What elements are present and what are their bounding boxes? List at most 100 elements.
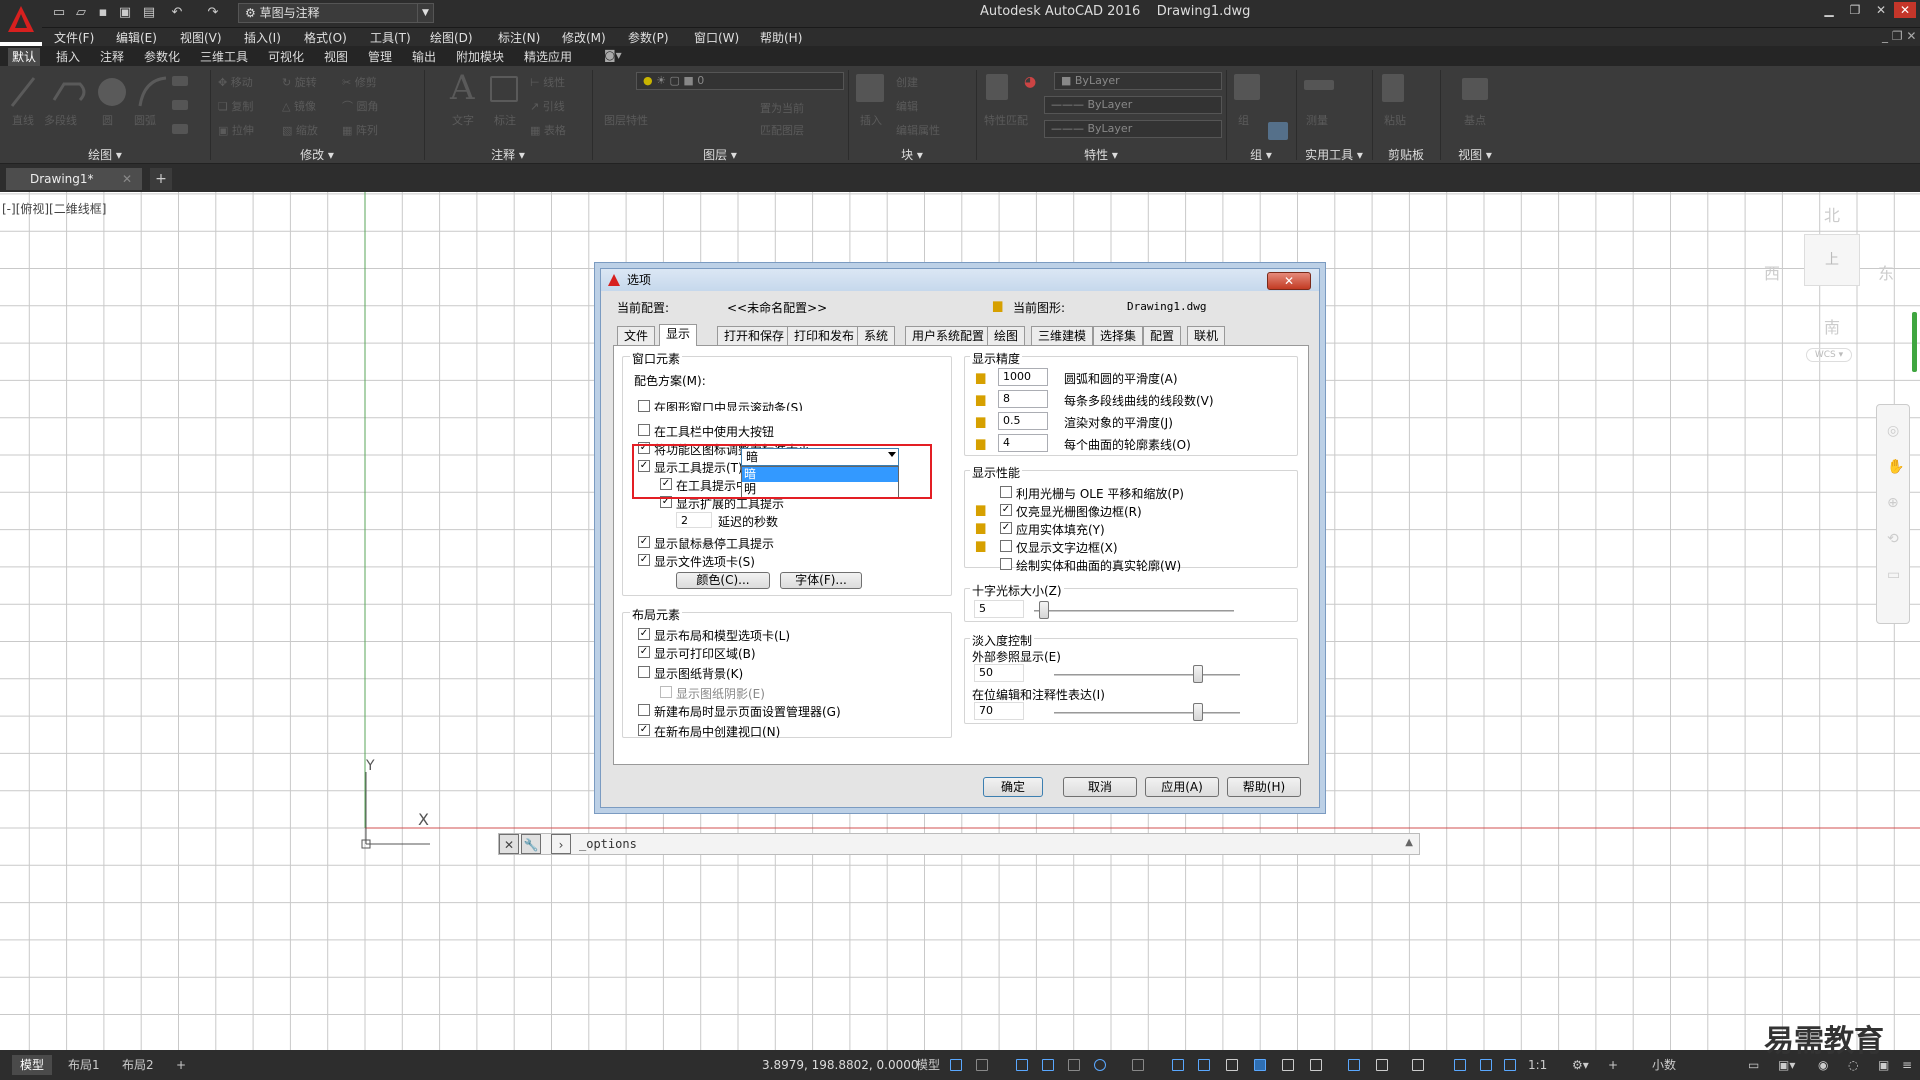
create-viewport-checkbox[interactable]: ✓ — [638, 724, 650, 736]
hatch-icon[interactable] — [172, 100, 188, 110]
new-tab-button[interactable]: + — [150, 168, 172, 190]
tab-user-preferences[interactable]: 用户系统配置 — [905, 326, 992, 346]
lineweight-dropdown[interactable]: ——— ByLayer — [1044, 120, 1222, 138]
copy-tool[interactable]: ❏ 复制 — [218, 98, 253, 114]
polyline-segments-input[interactable]: 8 — [998, 390, 1048, 408]
panel-annotation[interactable]: 注释 ▾ — [424, 146, 592, 164]
text-frame-checkbox[interactable] — [1000, 540, 1012, 552]
match-layer-tool[interactable]: 匹配图层 — [760, 122, 804, 138]
wcs-menu[interactable]: WCS ▾ — [1806, 348, 1852, 362]
panel-groups[interactable]: 组 ▾ — [1226, 146, 1296, 164]
move-tool[interactable]: ✥ 移动 — [218, 74, 253, 90]
workspace-select[interactable]: ⚙ 草图与注释 ▼ — [238, 3, 434, 23]
file-tabs-checkbox[interactable]: ✓ — [638, 554, 650, 566]
edit-block-tool[interactable]: 编辑 — [896, 98, 918, 114]
contour-lines-input[interactable]: 4 — [998, 434, 1048, 452]
model-space-button[interactable]: 模型 — [908, 1055, 948, 1075]
viewcube[interactable]: 北 西 东 南 上 WCS ▾ — [1760, 202, 1910, 362]
lineweight-icon[interactable] — [1226, 1059, 1238, 1071]
paste-label[interactable]: 粘贴 — [1384, 112, 1406, 128]
leader-tool[interactable]: ↗ 引线 — [530, 98, 565, 114]
tab-selection[interactable]: 选择集 — [1093, 326, 1144, 346]
annotation-monitor-icon[interactable]: + — [1600, 1055, 1626, 1075]
menu-window[interactable]: 窗口(W) — [694, 29, 739, 46]
camera-icon[interactable]: ◙▾ — [600, 48, 626, 62]
dynamic-input-icon[interactable] — [1068, 1059, 1080, 1071]
linear-dim-tool[interactable]: ⊢ 线性 — [530, 74, 565, 90]
colors-button[interactable]: 颜色(C)... — [676, 572, 770, 589]
raster-frame-checkbox[interactable]: ✓ — [1000, 504, 1012, 516]
menu-parametric[interactable]: 参数(P) — [628, 29, 669, 46]
base-view-label[interactable]: 基点 — [1464, 112, 1486, 128]
fonts-button[interactable]: 字体(F)... — [780, 572, 862, 589]
tooltip-delay-input[interactable]: 2 — [676, 512, 712, 528]
crosshair-size-input[interactable]: 5 — [974, 600, 1024, 618]
scroll-indicator[interactable] — [1912, 312, 1917, 372]
tab-view[interactable]: 视图 — [320, 48, 352, 65]
annotation-scale-icon[interactable] — [1504, 1059, 1516, 1071]
panel-properties[interactable]: 特性 ▾ — [976, 146, 1226, 164]
panel-block[interactable]: 块 ▾ — [848, 146, 976, 164]
tab-featured-apps[interactable]: 精选应用 — [520, 48, 576, 65]
stretch-tool[interactable]: ▣ 拉伸 — [218, 122, 254, 138]
arc-smoothness-input[interactable]: 1000 — [998, 368, 1048, 386]
menu-insert[interactable]: 插入(I) — [244, 29, 281, 46]
color-wheel-icon[interactable]: ◕ — [1024, 74, 1036, 90]
match-properties-icon[interactable] — [986, 74, 1008, 100]
grid-icon[interactable] — [950, 1059, 962, 1071]
panel-layers[interactable]: 图层 ▾ — [592, 146, 848, 164]
pan-icon[interactable]: ✋ — [1887, 459, 1904, 475]
viewcube-top-face[interactable]: 上 — [1804, 234, 1860, 286]
paste-icon[interactable] — [1382, 74, 1404, 102]
selection-filter-icon[interactable] — [1376, 1059, 1388, 1071]
menu-edit[interactable]: 编辑(E) — [116, 29, 157, 46]
minimize-icon[interactable]: ▁ — [1818, 2, 1840, 18]
measure-icon[interactable] — [1304, 80, 1334, 90]
rotate-tool[interactable]: ↻ 旋转 — [282, 74, 317, 90]
command-input[interactable]: _options — [579, 837, 637, 851]
infer-constraints-icon[interactable] — [1042, 1059, 1054, 1071]
units-value[interactable]: 小数 — [1644, 1055, 1684, 1075]
tab-default[interactable]: 默认 — [8, 48, 41, 66]
tab-addins[interactable]: 附加模块 — [452, 48, 508, 65]
tab-3d-tools[interactable]: 三维工具 — [196, 48, 252, 65]
help-button[interactable]: 帮助(H) — [1227, 777, 1301, 797]
region-icon[interactable] — [172, 124, 188, 134]
viewcube-north[interactable]: 北 — [1824, 202, 1840, 226]
isometric-icon[interactable] — [1132, 1059, 1144, 1071]
arc-tool-label[interactable]: 圆弧 — [134, 112, 156, 128]
panel-draw[interactable]: 绘图 ▾ — [0, 146, 210, 164]
print-icon[interactable]: ▤ — [140, 4, 158, 22]
paper-shadow-checkbox[interactable] — [660, 686, 672, 698]
group-select-icon[interactable] — [1268, 122, 1288, 140]
create-block-tool[interactable]: 创建 — [896, 74, 918, 90]
table-tool[interactable]: ▦ 表格 — [530, 122, 566, 138]
dimension-tool-icon[interactable] — [490, 76, 518, 102]
tab-profiles[interactable]: 配置 — [1143, 326, 1182, 346]
insert-block-label[interactable]: 插入 — [860, 112, 882, 128]
render-smoothness-input[interactable]: 0.5 — [998, 412, 1048, 430]
xref-fade-input[interactable]: 50 — [974, 664, 1024, 682]
solid-fill-checkbox[interactable]: ✓ — [1000, 522, 1012, 534]
ok-button[interactable]: 确定 — [983, 777, 1043, 797]
tab-insert[interactable]: 插入 — [52, 48, 84, 65]
menu-tools[interactable]: 工具(T) — [370, 29, 411, 46]
navigation-bar[interactable]: ◎ ✋ ⊕ ⟲ ▭ — [1876, 404, 1910, 624]
tab-parametric[interactable]: 参数化 — [140, 48, 184, 65]
tab-annotate[interactable]: 注释 — [96, 48, 128, 65]
save-as-icon[interactable]: ▣ — [116, 4, 134, 22]
mirror-tool[interactable]: △ 镜像 — [282, 98, 316, 114]
circle-tool-label[interactable]: 圆 — [102, 112, 113, 128]
tab-output[interactable]: 输出 — [408, 48, 440, 65]
save-icon[interactable]: ▪ — [94, 4, 112, 22]
tab-files[interactable]: 文件 — [617, 326, 656, 346]
menu-modify[interactable]: 修改(M) — [562, 29, 606, 46]
gizmo-icon[interactable] — [1412, 1059, 1424, 1071]
tab-visualize[interactable]: 可视化 — [264, 48, 308, 65]
close-icon[interactable]: ✕ — [1870, 2, 1892, 18]
close-cmd-icon[interactable]: ✕ — [499, 834, 519, 854]
workspace-switch-icon[interactable]: ⚙▾ — [1564, 1055, 1597, 1075]
menu-file[interactable]: 文件(F) — [54, 29, 94, 46]
panel-view[interactable]: 视图 ▾ — [1440, 146, 1510, 164]
line-tool-label[interactable]: 直线 — [12, 112, 34, 128]
